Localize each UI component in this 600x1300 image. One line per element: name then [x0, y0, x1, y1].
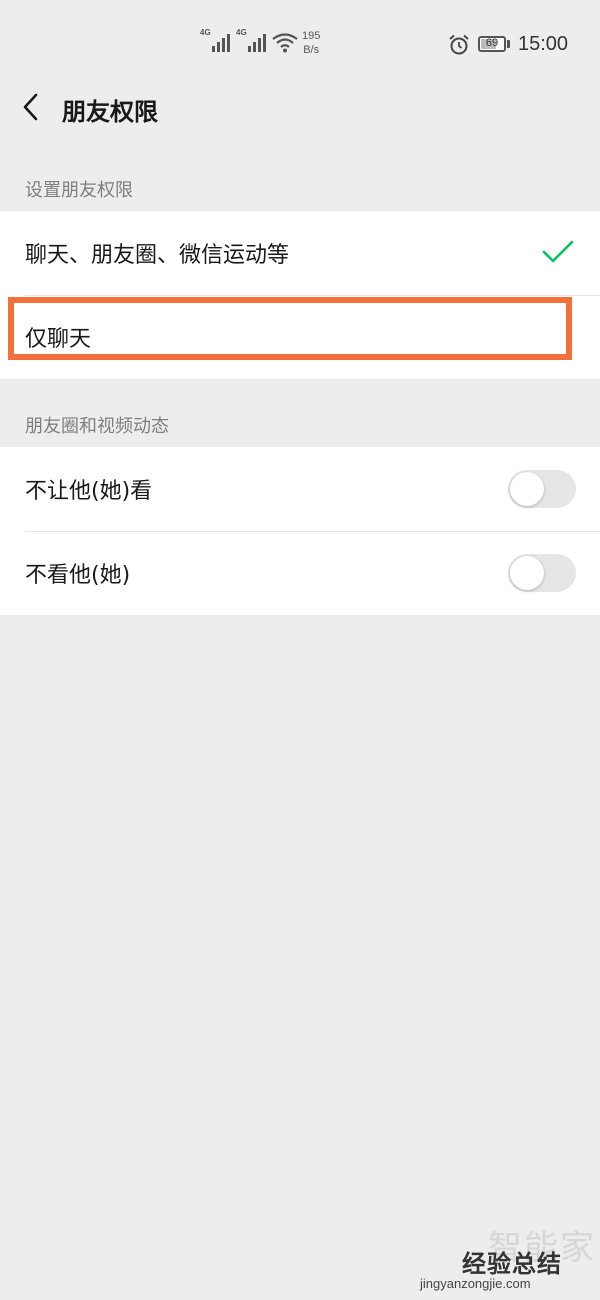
toggle-knob: [510, 556, 544, 590]
alarm-icon: [449, 34, 469, 55]
cellular-signal-icon: 4G: [236, 28, 270, 52]
battery-level: 69: [485, 37, 499, 49]
battery-tip: [507, 40, 510, 48]
moments-group: 不让他(她)看 不看他(她): [0, 447, 600, 615]
page-title: 朋友权限: [62, 98, 158, 126]
speed-unit: B/s: [303, 44, 320, 56]
signal-label: 4G: [200, 28, 211, 37]
toggle-label: 不看他(她): [25, 563, 131, 588]
clock: 15:00: [518, 33, 569, 55]
battery-icon: 69: [478, 36, 506, 52]
navigation-header: 朋友权限: [0, 72, 600, 142]
wifi-icon: [272, 33, 298, 53]
toggle-row-hide-my-moments: 不让他(她)看: [0, 447, 600, 531]
signal-group: 4G 4G: [200, 28, 272, 52]
toggle-row-hide-their-moments: 不看他(她): [0, 531, 600, 615]
highlight-box: [8, 297, 572, 360]
section-label-permissions: 设置朋友权限: [25, 180, 133, 201]
hide-their-moments-toggle[interactable]: [508, 554, 576, 592]
cellular-signal-icon: 4G: [200, 28, 234, 52]
toggle-label: 不让他(她)看: [25, 479, 153, 504]
option-chat-moments-sports[interactable]: 聊天、朋友圈、微信运动等: [0, 211, 600, 295]
signal-label: 4G: [236, 28, 247, 37]
checkmark-icon: [542, 240, 574, 263]
toggle-knob: [510, 472, 544, 506]
watermark-url: jingyanzongjie.com: [420, 1276, 531, 1291]
network-speed: 195 B/s: [302, 29, 320, 57]
option-label: 聊天、朋友圈、微信运动等: [25, 243, 290, 268]
speed-value: 195: [302, 30, 321, 42]
hide-my-moments-toggle[interactable]: [508, 470, 576, 508]
back-button[interactable]: [14, 89, 50, 125]
section-label-moments: 朋友圈和视频动态: [25, 416, 169, 437]
watermark-main-text: 经验总结: [462, 1250, 562, 1278]
chevron-left-icon: [23, 93, 38, 121]
